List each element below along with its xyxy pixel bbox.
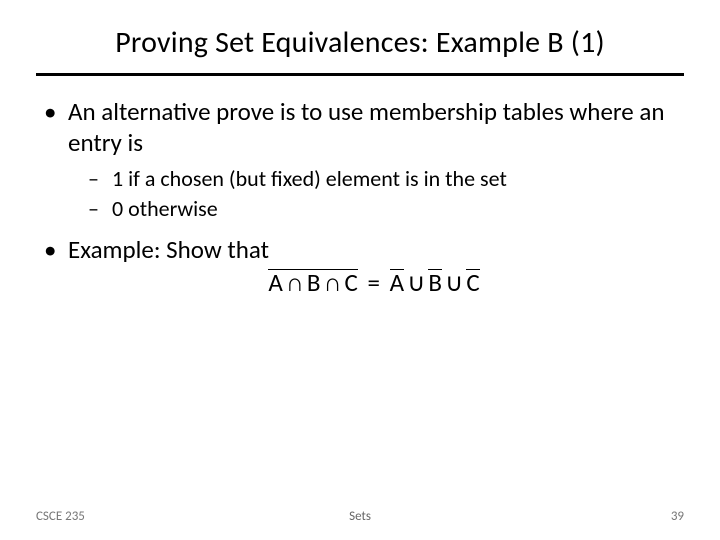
rhs-C-bar: C <box>466 269 479 295</box>
slide-title: Proving Set Equivalences: Example B (1) <box>0 0 720 69</box>
subbullet-1: 1 if a chosen (but fixed) element is in … <box>68 165 680 194</box>
lhs-B: B <box>307 267 321 298</box>
cap-1: ∩ <box>283 270 307 297</box>
bullet-1-pre: An alternative prove is to use <box>68 96 369 127</box>
rhs-A-bar: A <box>390 269 404 295</box>
footer-right: 39 <box>468 509 684 524</box>
cap-2: ∩ <box>320 270 344 297</box>
formula: A∩B∩C = A∪B∪C <box>68 267 680 299</box>
footer-center: Sets <box>252 509 468 524</box>
rhs-B-bar: B <box>428 269 442 295</box>
bullet-1: An alternative prove is to use membershi… <box>40 96 680 224</box>
sublist-1: 1 if a chosen (but fixed) element is in … <box>68 165 680 224</box>
equals: = <box>364 267 384 298</box>
lhs-overline: A∩B∩C <box>268 269 358 296</box>
slide-body: An alternative prove is to use membershi… <box>0 76 720 299</box>
cup-1: ∪ <box>404 270 428 297</box>
lhs-C: C <box>345 267 358 298</box>
subbullet-2: 0 otherwise <box>68 195 680 224</box>
bullet-2-text: Example: Show that <box>68 234 269 265</box>
slide: Proving Set Equivalences: Example B (1) … <box>0 0 720 540</box>
bullet-1-em: membership tables <box>369 96 564 127</box>
cup-2: ∪ <box>442 270 466 297</box>
bullet-list: An alternative prove is to use membershi… <box>40 96 680 299</box>
lhs-A: A <box>268 267 282 298</box>
footer-left: CSCE 235 <box>36 509 252 524</box>
footer: CSCE 235 Sets 39 <box>0 509 720 524</box>
bullet-2: Example: Show that A∩B∩C = A∪B∪C <box>40 234 680 300</box>
